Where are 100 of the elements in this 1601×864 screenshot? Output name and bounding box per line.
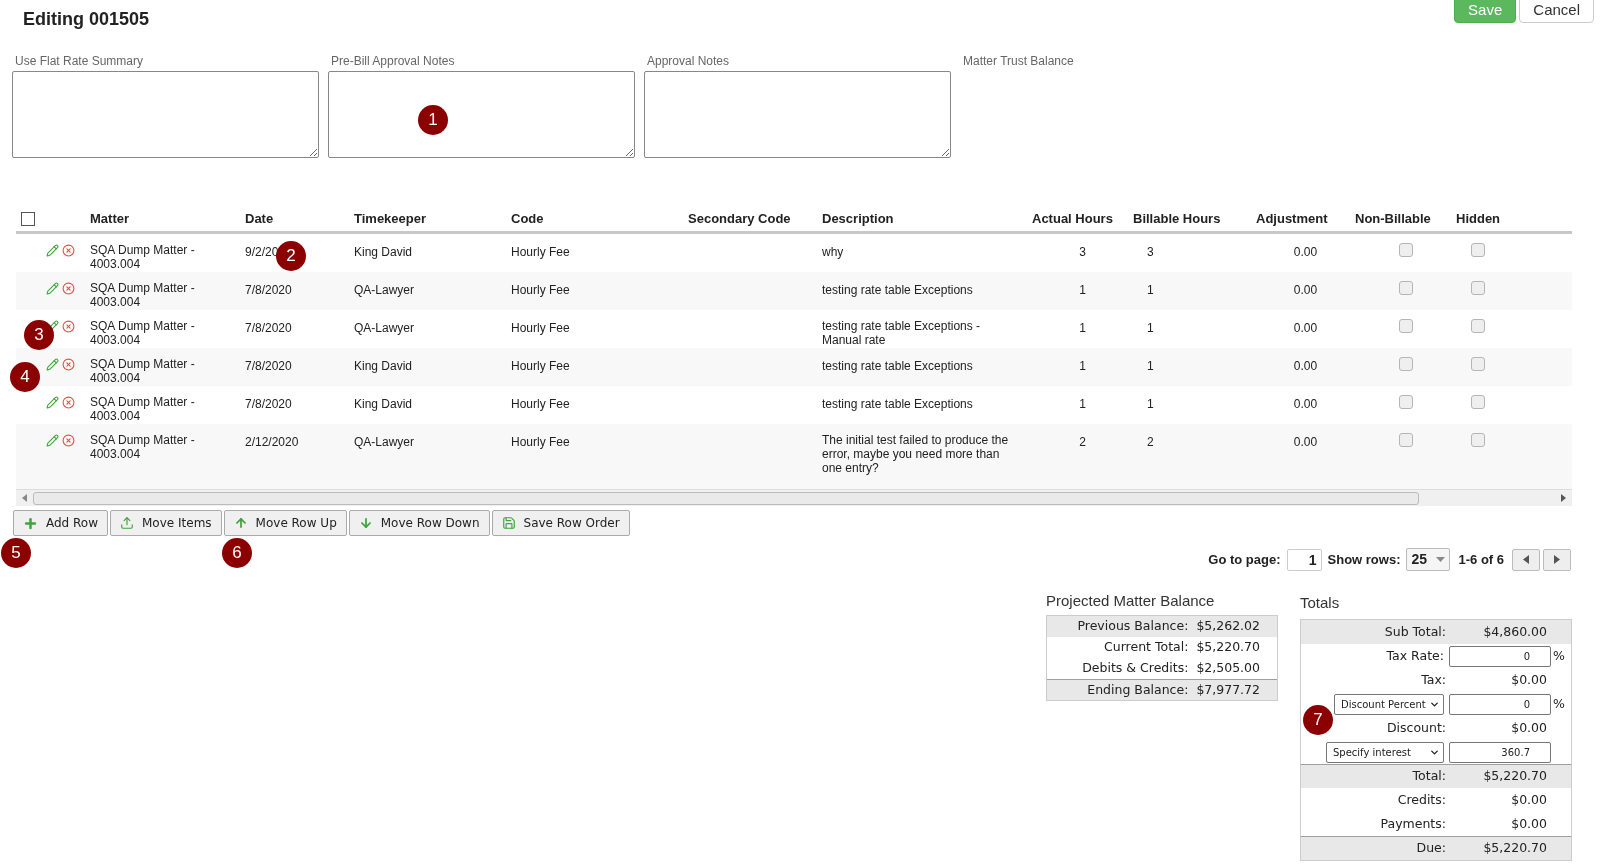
table-cell: 3	[1147, 245, 1154, 259]
callout-marker: 6	[222, 538, 252, 568]
table-cell: King David	[354, 245, 413, 259]
show-rows-label: Show rows:	[1327, 550, 1401, 569]
callout-marker: 1	[418, 105, 448, 135]
column-header: Adjustment	[1256, 210, 1328, 226]
totals-label: Discount:	[1386, 718, 1446, 737]
totals-value: $5,220.70	[1482, 767, 1547, 786]
triangle-left-icon	[1523, 555, 1529, 564]
next-page-button[interactable]	[1543, 548, 1571, 571]
totals-label: Total:	[1412, 767, 1446, 786]
horizontal-scrollbar[interactable]	[16, 489, 1572, 506]
caret-icon	[1436, 557, 1446, 562]
notes-field[interactable]	[644, 71, 951, 158]
notes-field[interactable]	[328, 71, 635, 158]
table-cell: 1	[1147, 359, 1154, 373]
cancel-button[interactable]: Cancel	[1519, 0, 1594, 23]
checkbox[interactable]	[1471, 281, 1485, 295]
row-action-button[interactable]: Add Row	[13, 510, 108, 536]
table-cell: 1	[1079, 283, 1086, 297]
delete-icon[interactable]	[62, 358, 75, 371]
checkbox[interactable]	[1471, 319, 1485, 333]
plus-icon	[23, 515, 38, 531]
column-header: Timekeeper	[354, 210, 427, 226]
delete-icon[interactable]	[62, 434, 75, 447]
notes-field[interactable]	[12, 71, 319, 158]
checkbox[interactable]	[1398, 281, 1413, 295]
checkbox[interactable]	[1398, 243, 1413, 257]
totals-label: Sub Total:	[1384, 622, 1446, 641]
row-action-button[interactable]: Move Row Down	[348, 510, 490, 536]
table-cell: 0.00	[1293, 435, 1318, 449]
column-header: Hidden	[1456, 210, 1501, 226]
table-row[interactable]: SQA Dump Matter - 4003.004 7/8/2020 QA-Lawyer Hourly Fee testing rate table Exceptions 1 1 0.00	[16, 272, 1572, 310]
page-title: Editing 001505	[23, 8, 150, 31]
totals-field[interactable]: 0	[1449, 693, 1551, 715]
table-cell: 1	[1079, 321, 1086, 335]
scroll-thumb[interactable]	[33, 491, 1419, 505]
table-cell: Hourly Fee	[511, 359, 570, 373]
totals-label: Tax Rate:	[1386, 646, 1444, 665]
triangle-right-icon	[1554, 555, 1560, 564]
row-action-button[interactable]: Save Row Order	[491, 510, 630, 536]
checkbox[interactable]	[1471, 395, 1485, 409]
delete-icon[interactable]	[62, 396, 75, 409]
table-cell-text: The initial test failed to produce the error, maybe you need more than one entry?	[822, 433, 1010, 475]
totals-value: $4,860.00	[1482, 622, 1547, 641]
table-cell-text: SQA Dump Matter - 4003.004	[90, 357, 196, 385]
table-cell-text: SQA Dump Matter - 4003.004	[90, 319, 196, 347]
table-cell-text: SQA Dump Matter - 4003.004	[90, 281, 196, 309]
totals-label: Tax:	[1421, 670, 1446, 689]
delete-icon[interactable]	[62, 282, 75, 295]
table-cell: Hourly Fee	[511, 245, 570, 259]
checkbox[interactable]	[1398, 357, 1413, 371]
table-cell: King David	[354, 397, 413, 411]
table-cell: Hourly Fee	[511, 397, 570, 411]
select-all-checkbox[interactable]	[21, 211, 35, 226]
balance-value: $2,505.00	[1196, 659, 1260, 678]
totals-field[interactable]: 360.7	[1449, 741, 1551, 763]
table-cell: 0.00	[1293, 397, 1318, 411]
table-cell-text: SQA Dump Matter - 4003.004	[90, 433, 196, 461]
checkbox[interactable]	[1471, 433, 1485, 447]
rows-select[interactable]: 25	[1406, 548, 1451, 571]
checkbox[interactable]	[1398, 433, 1413, 447]
table-cell: King David	[354, 359, 413, 373]
checkbox[interactable]	[1398, 319, 1413, 333]
table-cell: Hourly Fee	[511, 435, 570, 449]
table-cell: 0.00	[1293, 321, 1318, 335]
checkbox[interactable]	[1471, 357, 1485, 371]
row-action-button[interactable]: Move Items	[110, 510, 222, 536]
table-cell: why	[822, 245, 844, 259]
dropdown[interactable]: Specify interest	[1326, 741, 1444, 763]
page-field[interactable]: 1	[1286, 548, 1322, 571]
checkbox[interactable]	[1471, 243, 1485, 257]
totals-label: Due:	[1416, 839, 1446, 858]
dropdown[interactable]: Discount Percent	[1334, 693, 1444, 715]
totals-field[interactable]: 0	[1449, 645, 1551, 667]
balance-label: Debits & Credits:	[1082, 659, 1189, 678]
totals-value: $0.00	[1510, 814, 1547, 833]
table-cell: 3	[1079, 245, 1086, 259]
totals-label: Payments:	[1380, 814, 1446, 833]
goto-page-label: Go to page:	[1208, 550, 1281, 569]
table-cell: 2	[1079, 435, 1086, 449]
delete-icon[interactable]	[62, 320, 75, 333]
totals-value: $0.00	[1510, 790, 1547, 809]
previous-page-button[interactable]	[1512, 548, 1540, 571]
totals-value: $5,220.70	[1482, 839, 1547, 858]
table-cell: 9/2/20	[245, 245, 279, 259]
table-cell: 7/8/2020	[245, 397, 292, 411]
table-cell: 7/8/2020	[245, 359, 292, 373]
table-row[interactable]: SQA Dump Matter - 4003.004 2/12/2020 QA-Lawyer Hourly Fee The initial test failed to produce the error, maybe you need more than one entry? 2 2 0.00	[16, 424, 1572, 489]
row-action-button[interactable]: Move Row Up	[223, 510, 347, 536]
unit-label: %	[1553, 694, 1565, 713]
checkbox[interactable]	[1398, 395, 1413, 409]
delete-icon[interactable]	[62, 244, 75, 257]
table-cell: testing rate table Exceptions	[822, 397, 973, 411]
table-cell-text: testing rate table Exceptions - Manual rate	[822, 319, 982, 347]
arrow-down-icon	[358, 516, 373, 530]
table-cell: QA-Lawyer	[354, 435, 415, 449]
upload-icon	[120, 516, 134, 530]
field-label: Pre-Bill Approval Notes	[330, 53, 456, 68]
totals-value: $0.00	[1510, 670, 1547, 689]
